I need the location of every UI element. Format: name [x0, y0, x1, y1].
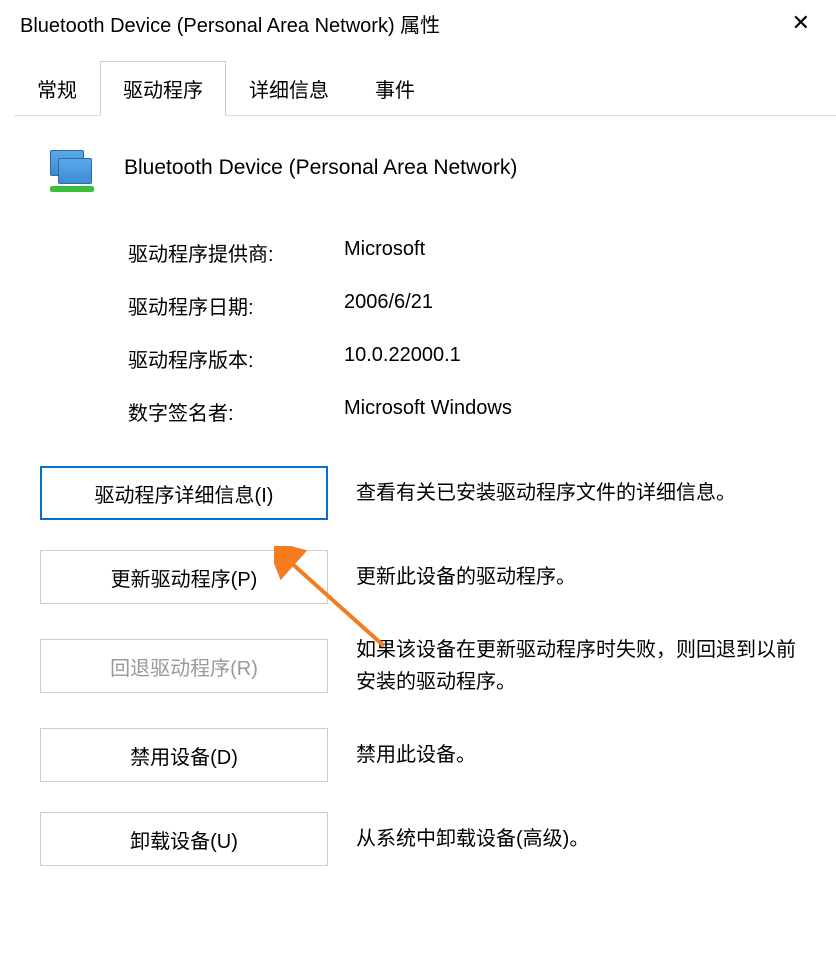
- tab-content: Bluetooth Device (Personal Area Network)…: [0, 116, 836, 916]
- action-desc: 如果该设备在更新驱动程序时失败，则回退到以前安装的驱动程序。: [356, 634, 796, 698]
- tabs: 常规 驱动程序 详细信息 事件: [14, 61, 836, 116]
- device-name: Bluetooth Device (Personal Area Network): [124, 156, 517, 180]
- action-row-rollback: 回退驱动程序(R) 如果该设备在更新驱动程序时失败，则回退到以前安装的驱动程序。: [40, 634, 796, 698]
- action-row-disable: 禁用设备(D) 禁用此设备。: [40, 728, 796, 782]
- rollback-driver-button: 回退驱动程序(R): [40, 639, 328, 693]
- info-label: 数字签名者:: [128, 397, 344, 426]
- info-value: 2006/6/21: [344, 291, 433, 320]
- info-value: Microsoft Windows: [344, 397, 512, 426]
- info-row-date: 驱动程序日期: 2006/6/21: [128, 291, 796, 320]
- info-value: Microsoft: [344, 238, 425, 267]
- driver-details-button[interactable]: 驱动程序详细信息(I): [40, 466, 328, 520]
- action-desc: 从系统中卸载设备(高级)。: [356, 823, 796, 855]
- action-row-details: 驱动程序详细信息(I) 查看有关已安装驱动程序文件的详细信息。: [40, 466, 796, 520]
- tab-general[interactable]: 常规: [14, 61, 100, 115]
- driver-info: 驱动程序提供商: Microsoft 驱动程序日期: 2006/6/21 驱动程…: [128, 238, 796, 426]
- action-desc: 更新此设备的驱动程序。: [356, 561, 796, 593]
- info-row-signer: 数字签名者: Microsoft Windows: [128, 397, 796, 426]
- action-row-update: 更新驱动程序(P) 更新此设备的驱动程序。: [40, 550, 796, 604]
- tab-details[interactable]: 详细信息: [226, 61, 352, 115]
- titlebar: Bluetooth Device (Personal Area Network)…: [0, 0, 836, 47]
- device-header: Bluetooth Device (Personal Area Network): [40, 146, 796, 190]
- info-value: 10.0.22000.1: [344, 344, 461, 373]
- info-label: 驱动程序提供商:: [128, 238, 344, 267]
- disable-device-button[interactable]: 禁用设备(D): [40, 728, 328, 782]
- close-icon[interactable]: ✕: [784, 8, 818, 38]
- info-label: 驱动程序版本:: [128, 344, 344, 373]
- info-row-provider: 驱动程序提供商: Microsoft: [128, 238, 796, 267]
- uninstall-device-button[interactable]: 卸载设备(U): [40, 812, 328, 866]
- tab-events[interactable]: 事件: [352, 61, 438, 115]
- info-row-version: 驱动程序版本: 10.0.22000.1: [128, 344, 796, 373]
- window-title: Bluetooth Device (Personal Area Network)…: [20, 9, 440, 38]
- action-desc: 查看有关已安装驱动程序文件的详细信息。: [356, 477, 796, 509]
- update-driver-button[interactable]: 更新驱动程序(P): [40, 550, 328, 604]
- action-desc: 禁用此设备。: [356, 739, 796, 771]
- device-icon: [40, 146, 94, 190]
- info-label: 驱动程序日期:: [128, 291, 344, 320]
- action-row-uninstall: 卸载设备(U) 从系统中卸载设备(高级)。: [40, 812, 796, 866]
- action-buttons: 驱动程序详细信息(I) 查看有关已安装驱动程序文件的详细信息。 更新驱动程序(P…: [40, 466, 796, 866]
- tab-driver[interactable]: 驱动程序: [100, 61, 226, 116]
